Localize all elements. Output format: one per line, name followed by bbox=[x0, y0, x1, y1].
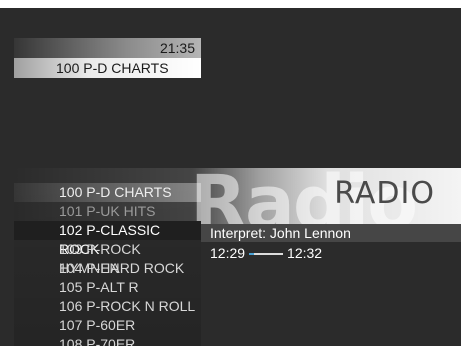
channel-list: 100 P-D CHARTS 101 P-UK HITS 102 P-CLASS… bbox=[14, 183, 201, 346]
frame-top bbox=[0, 0, 461, 8]
progress-bar bbox=[249, 253, 284, 255]
end-time: 12:32 bbox=[287, 245, 323, 261]
progress-fill bbox=[249, 253, 255, 255]
frame-bottom bbox=[0, 346, 461, 352]
top-osd: 21:35 100 P-D CHARTS bbox=[14, 38, 201, 78]
radio-title: RADIO bbox=[334, 176, 435, 211]
channel-item[interactable]: 101 P-UK HITS bbox=[14, 202, 201, 221]
channel-item[interactable]: 105 P-ALT R bbox=[14, 278, 201, 297]
current-channel[interactable]: 100 P-D CHARTS bbox=[14, 58, 201, 78]
channel-item-selected[interactable]: 102 P-CLASSIC ROCK bbox=[14, 221, 201, 257]
channel-item[interactable]: 106 P-ROCK N ROLL bbox=[14, 297, 201, 316]
now-playing-panel: Interpret: John Lennon 12:29 12:32 bbox=[201, 224, 461, 264]
start-time: 12:29 bbox=[210, 245, 246, 261]
artist-label: Interpret: John Lennon bbox=[201, 224, 461, 242]
channel-item[interactable]: 103 P-ROCK HYMNEN bbox=[14, 240, 201, 276]
clock: 21:35 bbox=[14, 38, 201, 58]
channel-item[interactable]: 108 P-70ER bbox=[14, 335, 201, 346]
channel-item[interactable]: 100 P-D CHARTS bbox=[14, 183, 201, 202]
channel-item[interactable]: 104 P-HARD ROCK bbox=[14, 259, 201, 278]
channel-item[interactable]: 107 P-60ER bbox=[14, 316, 201, 335]
time-row: 12:29 12:32 bbox=[201, 242, 461, 264]
